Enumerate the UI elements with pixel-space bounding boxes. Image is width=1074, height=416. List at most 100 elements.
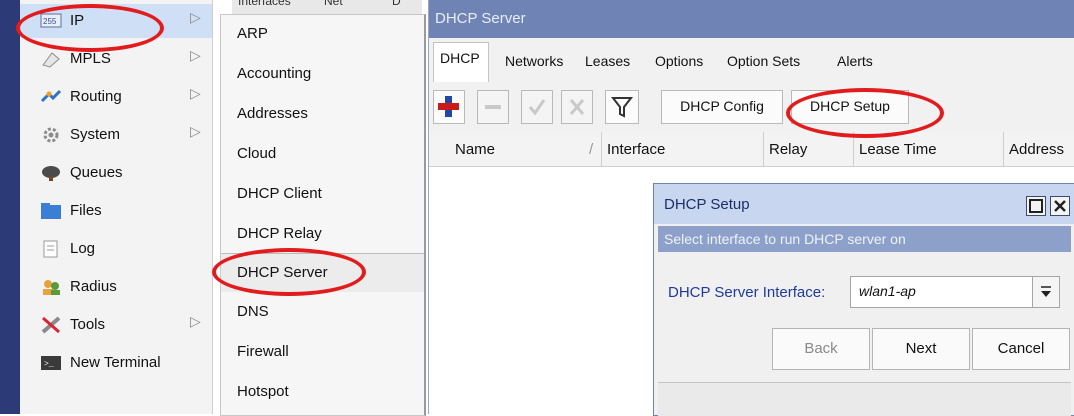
dhcp-setup-button[interactable]: DHCP Setup — [791, 90, 909, 124]
submenu-arrow-icon: ▷ — [190, 47, 201, 63]
menu-item-ip[interactable]: 255 IP ▷ — [20, 4, 212, 38]
menu-item-label: Routing — [70, 88, 122, 105]
mpls-icon — [40, 50, 62, 68]
column-label: Address — [1009, 141, 1065, 158]
tab-leases[interactable]: Leases — [579, 46, 643, 76]
svg-text:>_: >_ — [44, 360, 54, 369]
tab-label: Alerts — [837, 53, 873, 69]
submenu-item-label: ARP — [237, 25, 268, 42]
column-header-interface[interactable]: Interface — [601, 132, 764, 166]
users-icon — [40, 278, 62, 296]
tab-dhcp[interactable]: DHCP — [433, 42, 489, 83]
menu-item-tools[interactable]: Tools ▷ — [20, 308, 212, 342]
ip-submenu: ARP Accounting Addresses Cloud DHCP Clie… — [220, 14, 426, 416]
tab-networks[interactable]: Networks — [499, 46, 573, 76]
queues-icon — [40, 164, 62, 182]
folder-icon — [40, 202, 62, 220]
submenu-item-dhcp-relay[interactable]: DHCP Relay — [221, 215, 424, 253]
submenu-arrow-icon: ▷ — [190, 85, 201, 101]
sort-indicator-icon: / — [589, 141, 594, 158]
submenu-item-label: DNS — [237, 303, 269, 320]
menu-item-label: Queues — [70, 164, 123, 181]
submenu-item-hotspot[interactable]: Hotspot — [221, 373, 424, 411]
submenu-arrow-icon: ▷ — [190, 123, 201, 139]
menu-item-queues[interactable]: Queues — [20, 156, 212, 190]
interface-dropdown-button[interactable] — [1032, 276, 1060, 308]
tab-alerts[interactable]: Alerts — [831, 46, 889, 76]
column-header-relay[interactable]: Relay — [763, 132, 854, 166]
menu-item-label: New Terminal — [70, 354, 161, 371]
dhcp-config-button[interactable]: DHCP Config — [661, 90, 783, 124]
tab-label: DHCP — [440, 50, 480, 66]
tab-label: Leases — [585, 53, 631, 69]
add-button[interactable] — [433, 90, 465, 124]
submenu-item-label: Firewall — [237, 343, 289, 360]
tab-options[interactable]: Options — [649, 46, 715, 76]
dialog-status-bar — [658, 382, 1071, 416]
column-header-lease-time[interactable]: Lease Time — [853, 132, 1004, 166]
submenu-item-dns[interactable]: DNS — [221, 293, 424, 331]
svg-text:255: 255 — [43, 17, 57, 26]
menu-item-radius[interactable]: Radius — [20, 270, 212, 304]
menu-item-new-terminal[interactable]: >_ New Terminal — [20, 346, 212, 380]
x-icon — [569, 99, 585, 115]
column-header-name[interactable]: Name / — [449, 132, 602, 166]
tab-bar: DHCP Networks Leases Options Option Sets… — [429, 38, 1074, 83]
interface-label: DHCP Server Interface: — [668, 284, 826, 301]
disable-button[interactable] — [561, 90, 593, 124]
enable-button[interactable] — [521, 90, 553, 124]
submenu-item-accounting[interactable]: Accounting — [221, 55, 424, 93]
menu-item-system[interactable]: System ▷ — [20, 118, 212, 152]
tab-label: Options — [655, 53, 704, 69]
button-label: Next — [905, 340, 937, 357]
submenu-item-arp[interactable]: ARP — [221, 15, 424, 53]
tab-option-sets[interactable]: Option Sets — [721, 46, 825, 76]
window-titlebar[interactable]: DHCP Server — [429, 0, 1074, 38]
menu-item-label: Files — [70, 202, 102, 219]
instruction-text: Select interface to run DHCP server on — [664, 231, 906, 247]
menu-item-label: Radius — [70, 278, 117, 295]
menu-item-label: System — [70, 126, 121, 143]
menu-item-files[interactable]: Files — [20, 194, 212, 228]
back-button[interactable]: Back — [772, 328, 870, 370]
menu-item-label: Tools — [70, 316, 106, 333]
dialog-titlebar[interactable]: DHCP Setup — [654, 184, 1074, 224]
close-button[interactable] — [1050, 196, 1070, 216]
menu-item-label: MPLS — [70, 50, 111, 67]
submenu-item-dhcp-client[interactable]: DHCP Client — [221, 175, 424, 213]
submenu-item-firewall[interactable]: Firewall — [221, 333, 424, 371]
remove-button[interactable] — [477, 90, 509, 124]
submenu-item-dhcp-server[interactable]: DHCP Server — [221, 253, 424, 292]
tools-icon — [40, 316, 62, 334]
maximize-button[interactable] — [1026, 196, 1046, 216]
menu-item-mpls[interactable]: MPLS ▷ — [20, 42, 212, 76]
filter-button[interactable] — [605, 90, 639, 124]
instruction-banner: Select interface to run DHCP server on — [658, 226, 1071, 252]
submenu-item-cloud[interactable]: Cloud — [221, 135, 424, 173]
window-title: DHCP Server — [435, 10, 526, 27]
background-tab: Net — [324, 0, 343, 8]
submenu-item-label: DHCP Client — [237, 185, 322, 202]
next-button[interactable]: Next — [872, 328, 970, 370]
dropdown-arrow-icon — [1041, 286, 1051, 297]
plus-icon — [438, 96, 459, 117]
interface-select[interactable]: wlan1-ap — [850, 276, 1034, 308]
check-icon — [528, 99, 546, 116]
menu-item-routing[interactable]: Routing ▷ — [20, 80, 212, 114]
cancel-button[interactable]: Cancel — [972, 328, 1070, 370]
menu-item-log[interactable]: Log — [20, 232, 212, 266]
ip-icon: 255 — [40, 12, 62, 30]
terminal-icon: >_ — [40, 354, 62, 372]
button-label: DHCP Config — [680, 98, 764, 114]
routing-icon — [40, 88, 62, 106]
submenu-item-label: Accounting — [237, 65, 312, 82]
column-header-address[interactable]: Address — [1003, 132, 1074, 166]
submenu-item-label: Hotspot — [237, 383, 289, 400]
submenu-item-addresses[interactable]: Addresses — [221, 95, 424, 133]
background-tab-strip: Interfaces Net D — [232, 0, 422, 14]
submenu-arrow-icon: ▷ — [190, 313, 201, 329]
submenu-item-label: DHCP Server — [237, 264, 328, 281]
column-label: Interface — [607, 141, 666, 158]
toolbar: DHCP Config DHCP Setup — [429, 82, 1074, 133]
column-label: Lease Time — [859, 141, 937, 158]
